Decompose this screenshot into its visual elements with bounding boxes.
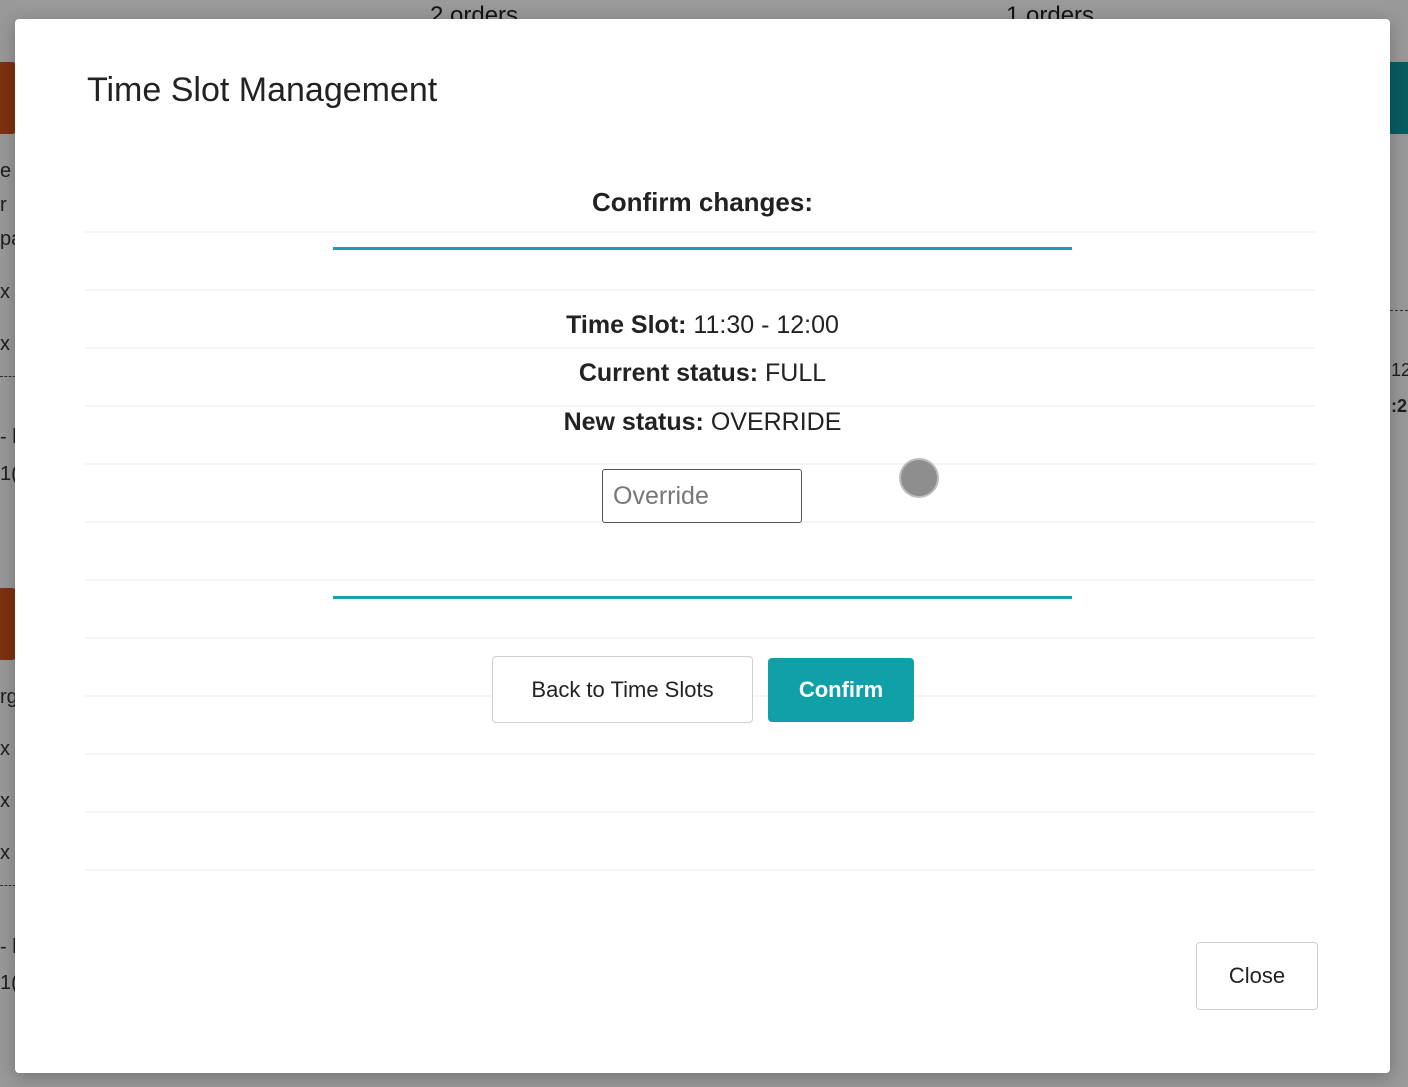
confirm-button[interactable]: Confirm xyxy=(768,658,914,722)
new-status-line: New status: OVERRIDE xyxy=(15,408,1390,437)
time-slot-label: Time Slot: xyxy=(566,311,687,339)
new-status-value: OVERRIDE xyxy=(710,408,842,436)
close-button[interactable]: Close xyxy=(1196,942,1318,1010)
time-slot-line: Time Slot: 11:30 - 12:00 xyxy=(15,311,1390,340)
override-input[interactable] xyxy=(602,469,802,523)
current-status-line: Current status: FULL xyxy=(15,359,1390,388)
modal-title: Time Slot Management xyxy=(87,71,438,109)
divider-bottom xyxy=(333,596,1072,599)
cursor-indicator-icon xyxy=(899,458,939,498)
confirm-heading: Confirm changes: xyxy=(591,187,814,217)
time-slot-modal: Time Slot Management Confirm changes: Ti… xyxy=(15,19,1390,1073)
new-status-label: New status: xyxy=(563,408,704,436)
ghost-table xyxy=(85,179,1315,899)
back-to-time-slots-button[interactable]: Back to Time Slots xyxy=(492,656,753,723)
time-slot-value: 11:30 - 12:00 xyxy=(693,311,839,339)
current-status-value: FULL xyxy=(765,359,827,387)
current-status-label: Current status: xyxy=(578,359,759,387)
divider-top xyxy=(333,247,1072,250)
